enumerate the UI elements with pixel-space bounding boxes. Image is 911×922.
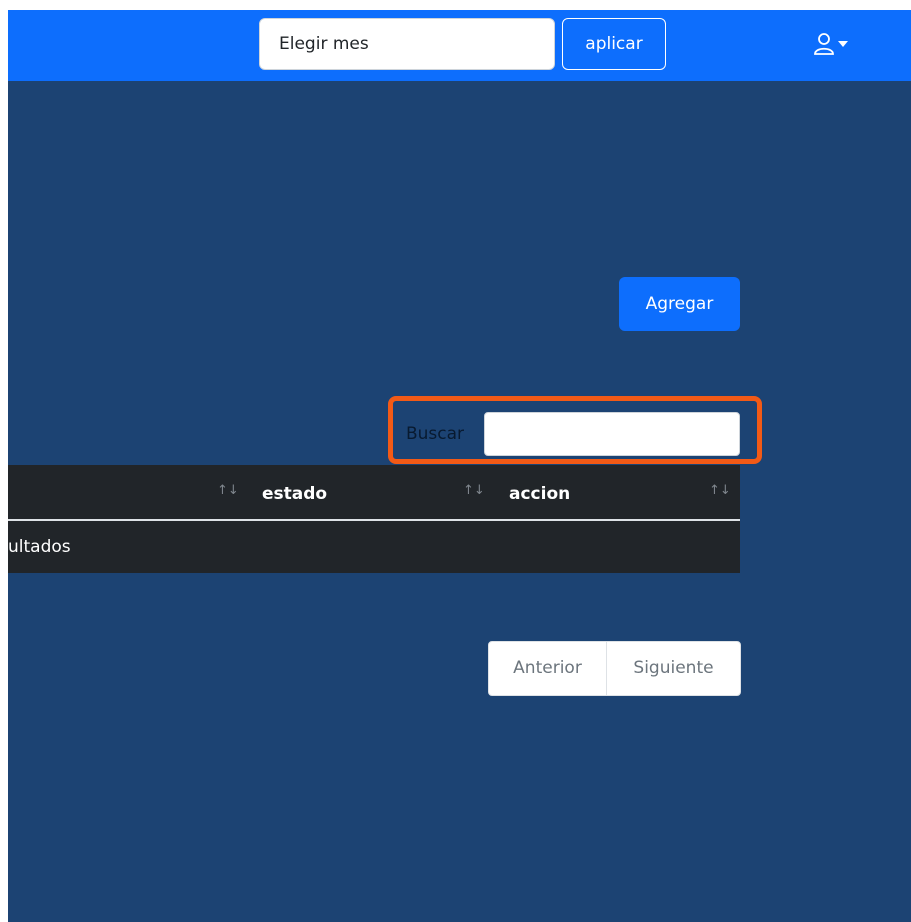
apply-button[interactable]: aplicar — [562, 18, 666, 70]
column-header-estado[interactable]: estado — [262, 483, 327, 505]
search-input[interactable] — [484, 412, 740, 456]
table-row: ultados — [8, 521, 740, 573]
next-page-button[interactable]: Siguiente — [607, 642, 740, 695]
app-window: Elegir mes aplicar Agregar Buscar ↑↓ est… — [8, 10, 911, 922]
top-navbar: Elegir mes aplicar — [8, 10, 911, 81]
add-button[interactable]: Agregar — [619, 277, 740, 331]
month-picker-input[interactable]: Elegir mes — [259, 18, 555, 70]
sort-icon-estado[interactable]: ↑↓ — [463, 484, 485, 498]
data-table: ↑↓ estado ↑↓ accion ↑↓ ultados — [8, 465, 740, 573]
user-menu-button[interactable] — [810, 32, 852, 60]
user-icon — [814, 33, 834, 55]
search-label: Buscar — [406, 424, 465, 444]
empty-results-message: ultados — [8, 537, 71, 557]
sort-icon-first-column[interactable]: ↑↓ — [217, 484, 239, 498]
pagination: Anterior Siguiente — [488, 641, 741, 696]
sort-icon-accion[interactable]: ↑↓ — [709, 484, 731, 498]
table-header: ↑↓ estado ↑↓ accion ↑↓ — [8, 465, 740, 521]
previous-page-button[interactable]: Anterior — [489, 642, 607, 695]
caret-down-icon — [838, 41, 848, 47]
column-header-accion[interactable]: accion — [509, 483, 570, 505]
